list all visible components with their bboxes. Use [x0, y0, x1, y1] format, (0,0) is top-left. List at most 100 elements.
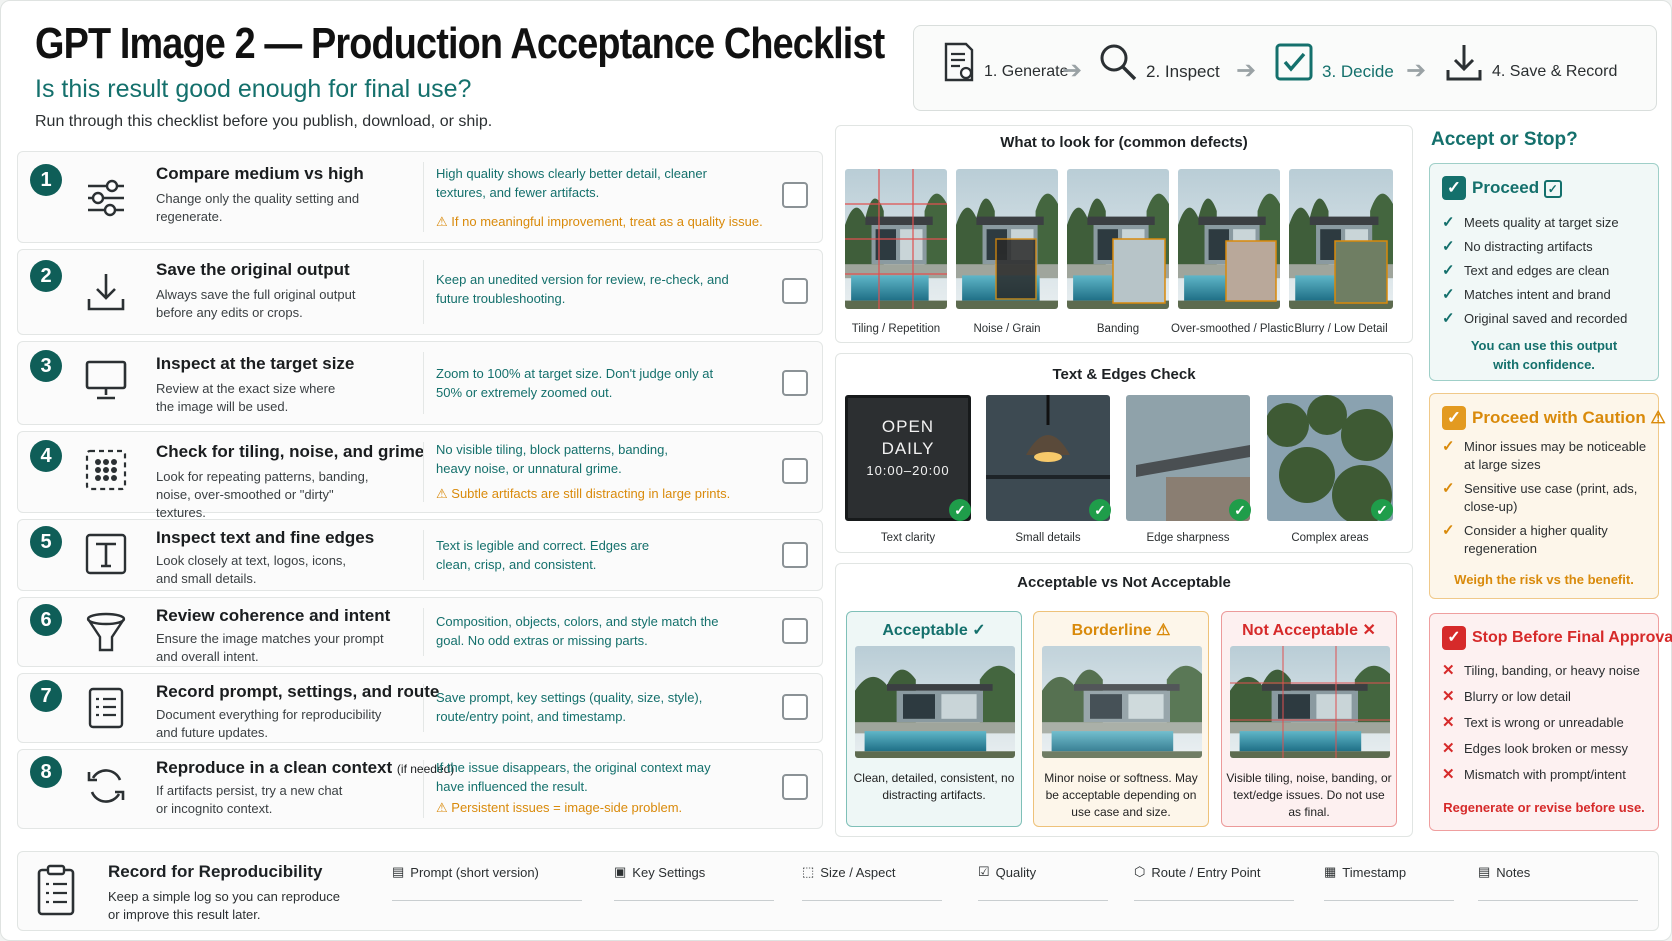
download-icon	[87, 274, 125, 311]
checklist-title: Reproduce in a clean context (if needed)	[156, 758, 455, 777]
record-field-prompt: ▤ Prompt (short version)	[392, 864, 539, 880]
warning-icon: ⚠	[436, 800, 452, 815]
checklist-checkbox-7[interactable]	[782, 694, 808, 720]
record-field-notes-line[interactable]	[1478, 900, 1638, 901]
workflow-step-generate[interactable]: 1. Generate	[942, 42, 1069, 82]
defect-caption: Over-smoothed / Plastic	[1171, 323, 1294, 335]
x-icon: ✕	[1442, 766, 1455, 783]
check-icon: ✓	[1442, 310, 1455, 327]
settings-icon: ▣	[614, 864, 627, 879]
checkbox-icon: ✓	[1543, 180, 1562, 198]
caution-item: ✓ Consider a higher quality regeneration	[1442, 522, 1608, 556]
record-field-size: ⬚ Size / Aspect	[802, 864, 896, 880]
stop-footer: Regenerate or revise before use.	[1443, 800, 1645, 815]
clipboard-icon	[37, 864, 75, 916]
checklist-item-8: 8 Reproduce in a clean context (if neede…	[17, 749, 823, 829]
magnifier-icon	[1100, 44, 1137, 81]
text-edge-caption: Small details	[1015, 532, 1081, 544]
record-field-route: ⬡ Route / Entry Point	[1134, 864, 1261, 880]
checklist-tip: If the issue disappears, the original co…	[436, 760, 711, 794]
verdict-not-acceptable: Not Acceptable ✕ Visible tiling, noise, …	[1221, 611, 1397, 827]
monitor-icon	[85, 360, 127, 400]
defect-caption: Banding	[1096, 323, 1140, 335]
checklist-checkbox-5[interactable]	[782, 542, 808, 568]
sign-text: OPEN DAILY 10:00–20:00	[866, 417, 950, 478]
page-intro: Run through this checklist before you pu…	[35, 113, 493, 130]
checklist-checkbox-3[interactable]	[782, 370, 808, 396]
verdict-desc: Clean, detailed, consistent, no distract…	[853, 771, 1015, 802]
document-icon: ▤	[392, 864, 405, 879]
checklist-tip: Zoom to 100% at target size. Don't judge…	[436, 366, 714, 400]
funnel-icon	[86, 612, 126, 652]
check-icon: ✓	[1442, 480, 1455, 497]
checklist-desc: Change only the quality setting and rege…	[156, 191, 360, 224]
checklist-tip: Composition, objects, colors, and style …	[436, 614, 719, 648]
step-number: 5	[30, 526, 62, 558]
text-edge-caption: Edge sharpness	[1146, 532, 1230, 544]
proceed-item: ✓ Matches intent and brand	[1442, 286, 1611, 303]
checklist-title: Compare medium vs high	[156, 164, 364, 183]
x-icon: ✕	[1442, 714, 1455, 731]
checkbox-icon	[1275, 43, 1313, 81]
record-field-prompt-line[interactable]	[392, 900, 582, 901]
workflow-step-save-record[interactable]: 4. Save & Record	[1444, 42, 1617, 82]
arrow-right-icon: ➔	[1236, 57, 1257, 84]
checklist-checkbox-4[interactable]	[782, 458, 808, 484]
defect-caption: Noise / Grain	[973, 323, 1041, 335]
record-field-timestamp: ▦ Timestamp	[1324, 864, 1407, 880]
verdict-label: Acceptable ✓	[882, 622, 986, 639]
record-field-quality-line[interactable]	[978, 900, 1108, 901]
step-number: 6	[30, 604, 62, 636]
defect-caption: Blurry / Low Detail	[1294, 323, 1388, 335]
acceptability-title: Acceptable vs Not Acceptable	[1017, 574, 1231, 591]
text-edge-caption: Complex areas	[1291, 532, 1369, 544]
checklist-title: Review coherence and intent	[156, 606, 391, 625]
checklist-warning: ⚠ Subtle artifacts are still distracting…	[436, 486, 731, 501]
caution-panel: ✓ Proceed with Caution ⚠ ✓ Minor issues ma…	[1429, 393, 1666, 599]
checklist-title: Inspect at the target size	[156, 354, 355, 373]
defect-caption: Tiling / Repetition	[851, 323, 941, 335]
checkbox-checked-icon: ✓	[1442, 626, 1466, 650]
arrow-right-icon: ➔	[1406, 57, 1427, 84]
record-field-settings-line[interactable]	[614, 900, 774, 901]
text-edge-caption: Text clarity	[880, 532, 936, 544]
workflow-step-label: 2. Inspect	[1146, 62, 1220, 81]
check-icon: ✓	[1442, 238, 1455, 255]
step-number: 7	[30, 680, 62, 712]
checklist-title: Inspect text and fine edges	[156, 528, 375, 547]
step-number: 2	[30, 260, 62, 292]
verdict-image	[1230, 646, 1390, 758]
defect-thumb-tiling	[845, 169, 947, 309]
stop-item: ✕ Mismatch with prompt/intent	[1442, 766, 1626, 783]
check-circle-icon: ✓	[949, 499, 971, 521]
verdict-image	[855, 646, 1015, 758]
workflow-step-decide[interactable]: 3. Decide	[1274, 42, 1394, 82]
stop-panel: ✓Stop Before Final Approval ✕ ✕Tiling, b…	[1429, 613, 1672, 831]
refresh-icon	[87, 769, 125, 803]
verdict-label: Borderline ⚠	[1071, 622, 1171, 639]
checklist-checkbox-6[interactable]	[782, 618, 808, 644]
proceed-item: ✓ No distracting artifacts	[1442, 238, 1593, 255]
verdict-desc: Visible tiling, noise, banding, or text/…	[1226, 771, 1392, 819]
record-field-size-line[interactable]	[802, 900, 942, 901]
checklist-warning: ⚠ Persistent issues = image-side problem…	[436, 800, 683, 815]
record-field-settings: ▣ Key Settings	[614, 864, 706, 880]
warning-icon: ⚠	[436, 214, 452, 229]
checklist-item-6: 6 Review coherence and intent Ensure the…	[17, 597, 823, 667]
record-field-route-line[interactable]	[1134, 900, 1294, 901]
record-field-timestamp-line[interactable]	[1324, 900, 1454, 901]
checklist-checkbox-8[interactable]	[782, 774, 808, 800]
route-icon: ⬡	[1134, 864, 1146, 879]
stop-item: ✕ Tiling, banding, or heavy noise	[1442, 662, 1640, 679]
workflow-step-inspect[interactable]: 2. Inspect	[1098, 42, 1220, 82]
check-icon: ✓	[1442, 522, 1455, 539]
check-circle-icon: ✓	[1229, 499, 1251, 521]
checkbox-icon: ☑	[978, 864, 990, 879]
warning-icon: ⚠	[1650, 408, 1666, 427]
checklist-title: Record prompt, settings, and route	[156, 682, 440, 701]
proceed-footer: You can use this output with confidence.	[1470, 338, 1618, 372]
checklist-title: Check for tiling, noise, and grime	[156, 442, 425, 461]
checklist-checkbox-2[interactable]	[782, 278, 808, 304]
x-icon: ✕	[1442, 662, 1455, 679]
checklist-checkbox-1[interactable]	[782, 182, 808, 208]
